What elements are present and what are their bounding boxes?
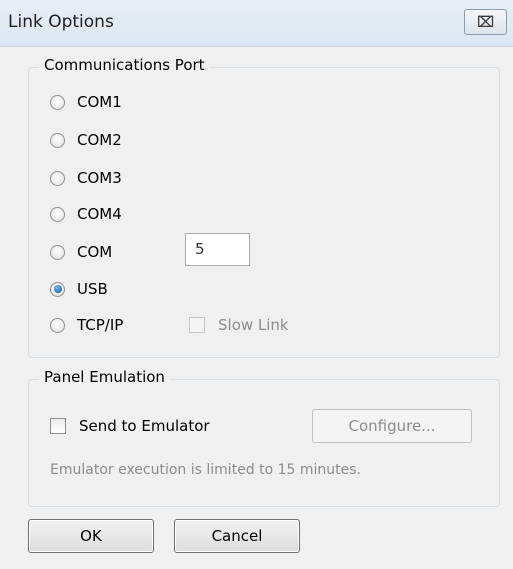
emulator-limit-note: Emulator execution is limited to 15 minu… bbox=[50, 462, 362, 478]
com-number-input[interactable]: 5 bbox=[185, 233, 250, 266]
send-to-emulator-checkbox[interactable]: Send to Emulator bbox=[50, 414, 210, 438]
radio-tcpip[interactable]: TCP/IP bbox=[50, 313, 123, 337]
radio-label: COM bbox=[77, 243, 113, 261]
slow-link-checkbox[interactable]: Slow Link bbox=[189, 313, 289, 337]
checkbox-icon bbox=[50, 418, 66, 434]
dialog-title: Link Options bbox=[8, 12, 114, 32]
radio-label: COM4 bbox=[77, 205, 122, 223]
panel-emulation-legend: Panel Emulation bbox=[39, 368, 170, 386]
communications-port-legend: Communications Port bbox=[39, 56, 210, 74]
radio-label: COM2 bbox=[77, 131, 122, 149]
radio-com3[interactable]: COM3 bbox=[50, 166, 122, 190]
radio-button-selected-icon bbox=[50, 281, 65, 297]
close-icon: ⌧ bbox=[476, 13, 495, 31]
slow-link-label: Slow Link bbox=[218, 316, 289, 334]
radio-button-icon bbox=[50, 206, 65, 222]
radio-com-custom[interactable]: COM bbox=[50, 240, 112, 264]
radio-com2[interactable]: COM2 bbox=[50, 128, 122, 152]
checkbox-icon bbox=[189, 317, 205, 333]
radio-label: COM3 bbox=[77, 169, 122, 187]
panel-emulation-group: Panel Emulation bbox=[28, 368, 500, 507]
send-to-emulator-label: Send to Emulator bbox=[79, 417, 210, 435]
link-options-dialog: Link Options ⌧ Communications Port COM1 … bbox=[0, 0, 513, 569]
close-button[interactable]: ⌧ bbox=[464, 9, 507, 35]
radio-label: TCP/IP bbox=[77, 316, 124, 334]
radio-com1[interactable]: COM1 bbox=[50, 90, 122, 114]
radio-label: USB bbox=[77, 280, 108, 298]
radio-button-icon bbox=[50, 317, 65, 333]
cancel-button[interactable]: Cancel bbox=[174, 519, 300, 553]
radio-button-icon bbox=[50, 94, 65, 110]
radio-button-icon bbox=[50, 170, 65, 186]
radio-usb[interactable]: USB bbox=[50, 277, 108, 301]
radio-com4[interactable]: COM4 bbox=[50, 202, 122, 226]
title-bar: Link Options ⌧ bbox=[0, 0, 513, 47]
radio-label: COM1 bbox=[77, 93, 122, 111]
ok-button[interactable]: OK bbox=[28, 519, 154, 553]
configure-button[interactable]: Configure... bbox=[312, 409, 472, 443]
radio-button-icon bbox=[50, 244, 65, 260]
radio-button-icon bbox=[50, 132, 65, 148]
